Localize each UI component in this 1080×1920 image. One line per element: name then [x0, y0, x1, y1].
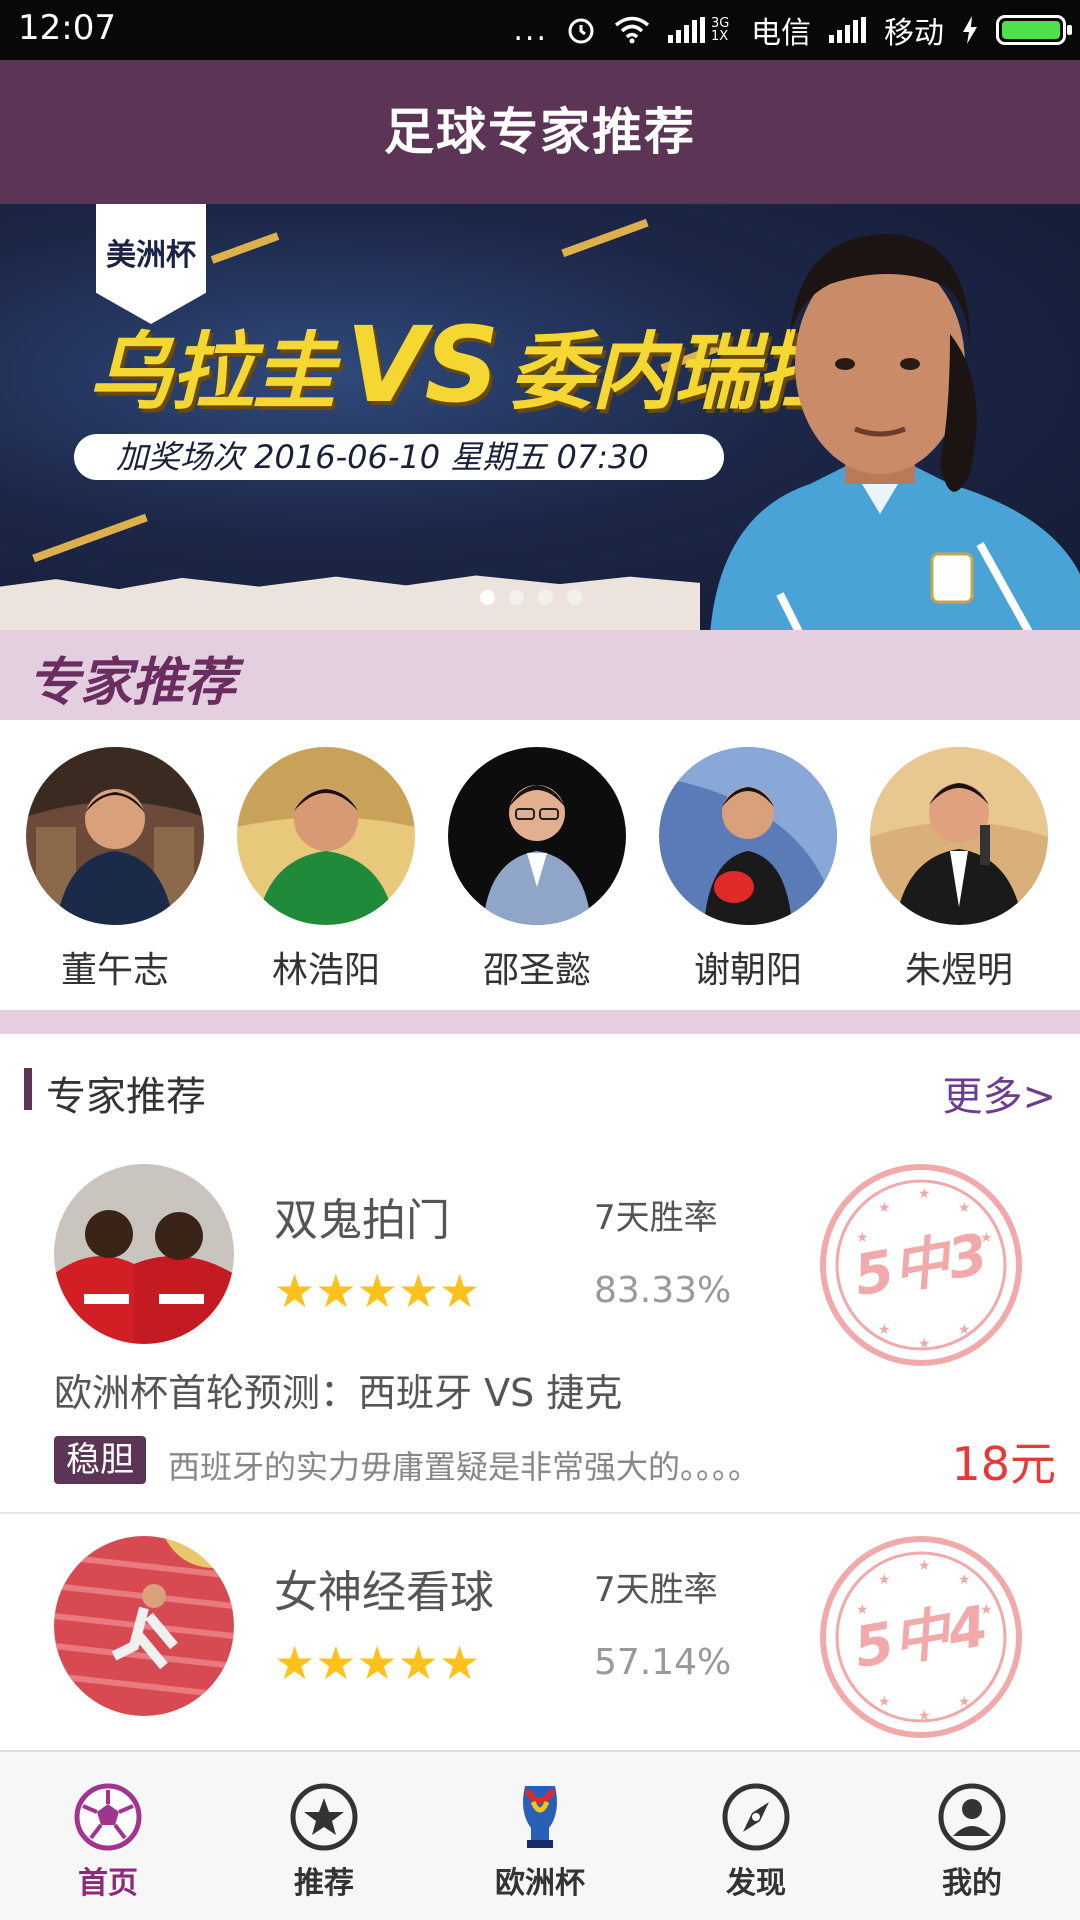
pager-dot[interactable] — [538, 590, 553, 605]
recommend-section-header: 专家推荐 更多> — [0, 1034, 1080, 1144]
soccer-ball-icon — [74, 1783, 142, 1851]
expert-avatar — [26, 747, 204, 925]
star-rating-icon: ★★★★★ — [274, 1636, 481, 1690]
expert-section-banner-label: 专家推荐 — [28, 653, 237, 713]
section-accent-bar — [24, 1068, 32, 1110]
svg-text:★: ★ — [878, 1200, 891, 1216]
expert-avatar — [448, 747, 626, 925]
card-price: 18元 — [951, 1437, 1056, 1491]
status-bar: 12:07 ... 3G 1X 电信 移动 — [0, 0, 1080, 60]
network-type: 3G 1X — [711, 16, 730, 44]
more-dots-icon: ... — [513, 12, 548, 48]
star-icon — [290, 1783, 358, 1851]
svg-text:★: ★ — [878, 1694, 891, 1710]
expert-avatar — [237, 747, 415, 925]
pager-dot[interactable] — [567, 590, 582, 605]
nav-label: 我的 — [942, 1866, 1002, 1901]
banner-date: 加奖场次 2016-06-10 星期五 07:30 — [74, 434, 724, 480]
svg-text:★: ★ — [918, 1336, 931, 1352]
page-title: 足球专家推荐 — [384, 103, 696, 161]
svg-text:★: ★ — [958, 1694, 971, 1710]
svg-text:★: ★ — [958, 1322, 971, 1338]
stamp-text: 5中4 — [849, 1594, 992, 1681]
section-divider — [0, 1010, 1080, 1034]
expert-name: 林浩阳 — [271, 950, 380, 991]
expert-item[interactable]: 林浩阳 — [237, 720, 415, 1010]
pager-dot[interactable] — [480, 590, 495, 605]
svg-text:★: ★ — [958, 1572, 971, 1588]
win-rate-value: 83.33% — [594, 1270, 732, 1311]
promo-banner[interactable]: 美洲杯 乌拉圭 VS 委内瑞拉 加奖场次 2016-06-10 星期五 07:30 — [0, 204, 1080, 630]
expert-item[interactable]: 谢朝阳 — [659, 720, 837, 1010]
battery-icon — [996, 15, 1072, 45]
pager-dot[interactable] — [509, 590, 524, 605]
nav-label: 发现 — [726, 1866, 786, 1901]
expert-name: 谢朝阳 — [693, 950, 802, 991]
card-title: 欧洲杯首轮预测：西班牙 VS 捷克 — [54, 1371, 623, 1415]
svg-text:★: ★ — [958, 1200, 971, 1216]
win-rate-value: 57.14% — [594, 1642, 732, 1683]
card-expert-name: 女神经看球 — [274, 1567, 494, 1618]
expert-section-banner: 专家推荐 — [0, 630, 1080, 720]
recommend-card[interactable]: 女神经看球 ★★★★★ 7天胜率 57.14% ★ ★ ★ ★ ★ ★ ★ ★ 5中4 — [0, 1516, 1080, 1756]
nav-label: 推荐 — [294, 1866, 354, 1901]
expert-item[interactable]: 朱煜明 — [870, 720, 1048, 1010]
expert-avatar — [659, 747, 837, 925]
status-icons: ... 3G 1X 电信 移动 — [513, 8, 1072, 52]
signal-bars-icon-2 — [829, 17, 866, 43]
expert-name: 邵圣懿 — [482, 950, 591, 991]
alarm-icon — [568, 18, 594, 44]
banner-vs: VS — [346, 304, 499, 426]
signal-bars-icon — [668, 17, 705, 43]
app-screen: 12:07 ... 3G 1X 电信 移动 足球专家推荐 美洲杯 乌拉圭 VS … — [0, 0, 1080, 1920]
svg-text:★: ★ — [918, 1558, 931, 1574]
recommend-card[interactable]: 双鬼拍门 ★★★★★ 7天胜率 83.33% ★ ★ ★ ★ ★ ★ ★ ★ 5中3 欧洲… — [0, 1144, 1080, 1514]
compass-icon — [722, 1783, 790, 1851]
banner-tag-label: 美洲杯 — [106, 238, 196, 273]
expert-list: 董午志 林浩阳 邵圣懿 谢朝阳 朱煜明 — [0, 720, 1080, 1010]
expert-name: 董午志 — [60, 950, 169, 991]
more-link[interactable]: 更多> — [942, 1064, 1056, 1122]
nav-label: 欧洲杯 — [495, 1866, 585, 1901]
banner-pager — [480, 590, 582, 605]
expert-name: 朱煜明 — [904, 950, 1013, 991]
svg-text:★: ★ — [878, 1572, 891, 1588]
card-badge: 稳胆 — [54, 1436, 146, 1484]
player-photo — [710, 234, 1080, 630]
card-expert-name: 双鬼拍门 — [274, 1195, 450, 1246]
record-stamp: ★★ ★ ★ ★ ★★ ★ 5中3 — [820, 1164, 1022, 1366]
nav-label: 首页 — [78, 1866, 138, 1901]
expert-avatar — [870, 747, 1048, 925]
bottom-nav: 首页 推荐 欧洲杯 发现 我的 — [0, 1750, 1080, 1920]
carrier-1: 电信 — [751, 16, 811, 51]
nav-euro-cup[interactable]: 欧洲杯 — [432, 1752, 648, 1920]
win-rate-label: 7天胜率 — [594, 1198, 718, 1238]
wifi-icon — [614, 16, 650, 44]
star-rating-icon: ★★★★★ — [274, 1264, 481, 1318]
win-rate-label: 7天胜率 — [594, 1570, 718, 1610]
banner-torn-edge — [0, 575, 700, 630]
svg-text:★: ★ — [918, 1186, 931, 1202]
carrier-2: 移动 — [884, 16, 944, 51]
user-icon — [938, 1783, 1006, 1851]
expert-item[interactable]: 董午志 — [26, 720, 204, 1010]
stamp-text: 5中3 — [849, 1222, 992, 1309]
svg-text:★: ★ — [878, 1322, 891, 1338]
svg-text:★: ★ — [918, 1708, 931, 1724]
euro-cup-icon — [523, 1786, 557, 1848]
section-title: 专家推荐 — [46, 1074, 206, 1120]
card-avatar — [54, 1536, 234, 1716]
nav-recommend[interactable]: 推荐 — [216, 1752, 432, 1920]
title-bar: 足球专家推荐 — [0, 60, 1080, 204]
status-time: 12:07 — [18, 8, 116, 48]
nav-mine[interactable]: 我的 — [864, 1752, 1080, 1920]
nav-home[interactable]: 首页 — [0, 1752, 216, 1920]
card-description: 西班牙的实力毋庸置疑是非常强大的。。。。 — [168, 1448, 761, 1486]
nav-discover[interactable]: 发现 — [648, 1752, 864, 1920]
expert-item[interactable]: 邵圣懿 — [448, 720, 626, 1010]
banner-team1: 乌拉圭 — [88, 323, 336, 421]
charging-icon — [963, 16, 977, 44]
record-stamp: ★★ ★ ★ ★ ★★ ★ 5中4 — [820, 1536, 1022, 1738]
card-avatar — [54, 1164, 234, 1344]
